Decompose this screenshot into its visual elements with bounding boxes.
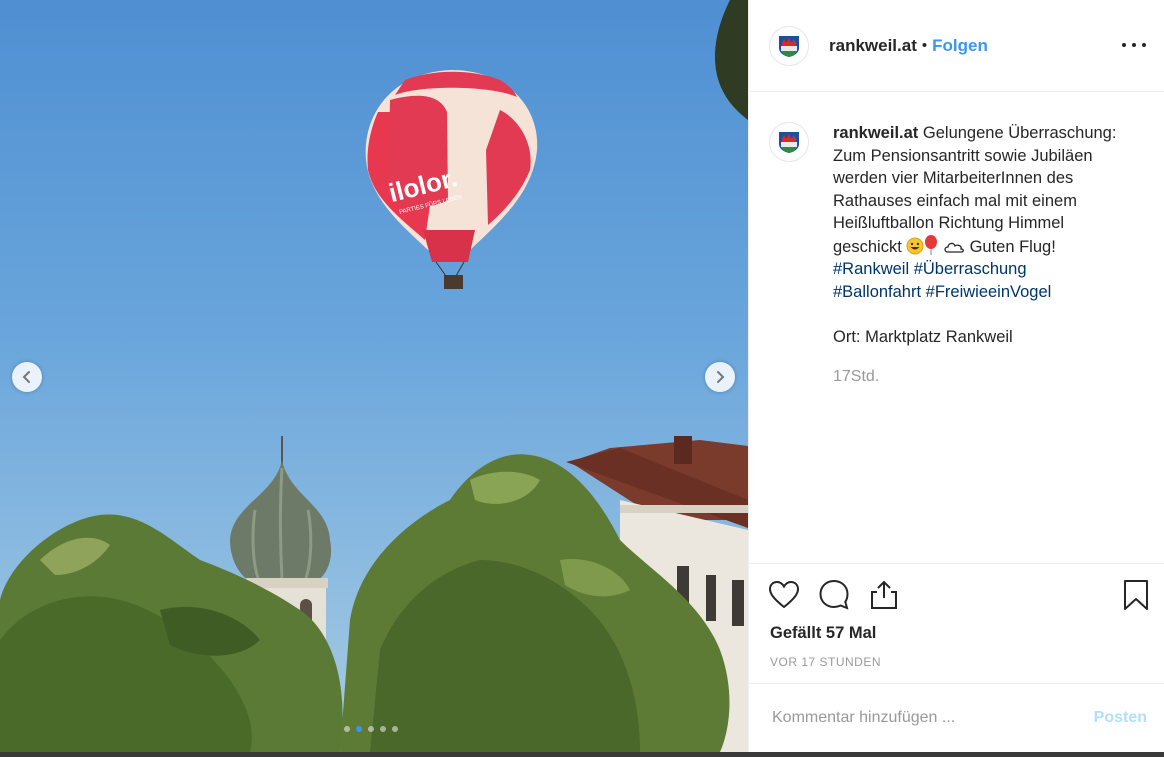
header-separator: • [921,37,928,54]
post-photo[interactable]: ilolor. PARTIES FÜRS LEBEN [0,0,748,752]
post-timestamp[interactable]: VOR 17 STUNDEN [770,655,881,669]
hashtag-link[interactable]: #Überraschung [914,260,1027,278]
caption-avatar[interactable] [769,122,809,162]
chevron-right-icon [717,371,725,383]
hashtag-link[interactable]: #FreiwieeinVogel [926,283,1052,301]
share-button[interactable] [867,578,901,612]
carousel-indicator [344,726,398,732]
like-button[interactable] [767,578,801,612]
carousel-dot [356,726,362,732]
hot-air-balloon: ilolor. PARTIES FÜRS LEBEN [365,70,538,289]
add-comment-section: Posten [749,683,1164,752]
more-options-button[interactable] [1122,36,1146,54]
more-dots-icon [1122,43,1126,47]
bookmark-icon [1124,580,1148,610]
balloon-emoji-icon [925,234,938,255]
carousel-dot [392,726,398,732]
bottom-strip [0,752,1164,757]
comment-button[interactable] [817,578,851,612]
header-username-link[interactable]: rankweil.at [829,36,917,56]
post-comment-button[interactable]: Posten [1094,709,1147,727]
carousel-prev-button[interactable] [12,362,42,392]
more-dots-icon [1142,43,1146,47]
comment-input[interactable] [770,708,1094,728]
rankweil-crest-icon [779,132,799,153]
hashtag-link[interactable]: #Rankweil [833,260,909,278]
heart-icon [768,580,800,609]
carousel-dot [380,726,386,732]
caption-text: Gelungene Überraschung: Zum Pensionsantr… [833,124,1117,256]
trees [0,0,748,752]
carousel-dot [368,726,374,732]
likes-count[interactable]: Gefällt 57 Mal [770,624,876,643]
more-dots-icon [1132,43,1136,47]
carousel-next-button[interactable] [705,362,735,392]
caption-username-link[interactable]: rankweil.at [833,124,918,142]
action-bar: Gefällt 57 Mal VOR 17 STUNDEN [749,563,1164,683]
hashtag-link[interactable]: #Ballonfahrt [833,283,921,301]
share-icon [871,580,897,609]
location-line: Ort: Marktplatz Rankweil [833,327,1013,346]
rankweil-crest-icon [779,35,799,57]
post-header: rankweil.at • Folgen [749,0,1164,92]
cloud-emoji-icon [944,242,964,253]
carousel-dot [344,726,350,732]
post-sidebar: rankweil.at • Folgen rankweil.at Gelunge… [748,0,1164,752]
follow-button[interactable]: Folgen [932,36,988,56]
photo-scene: ilolor. PARTIES FÜRS LEBEN [0,0,748,752]
grinning-face-emoji-icon [906,237,924,254]
avatar[interactable] [769,25,809,66]
save-button[interactable] [1119,578,1153,612]
chevron-left-icon [22,371,30,383]
speech-bubble-icon [819,579,849,610]
caption-body: rankweil.at Gelungene Überraschung: Zum … [833,122,1133,389]
caption-time[interactable]: 17Std. [833,366,1133,389]
caption-comment: rankweil.at Gelungene Überraschung: Zum … [769,122,1133,389]
caption-text-end: Guten Flug! [969,237,1056,256]
